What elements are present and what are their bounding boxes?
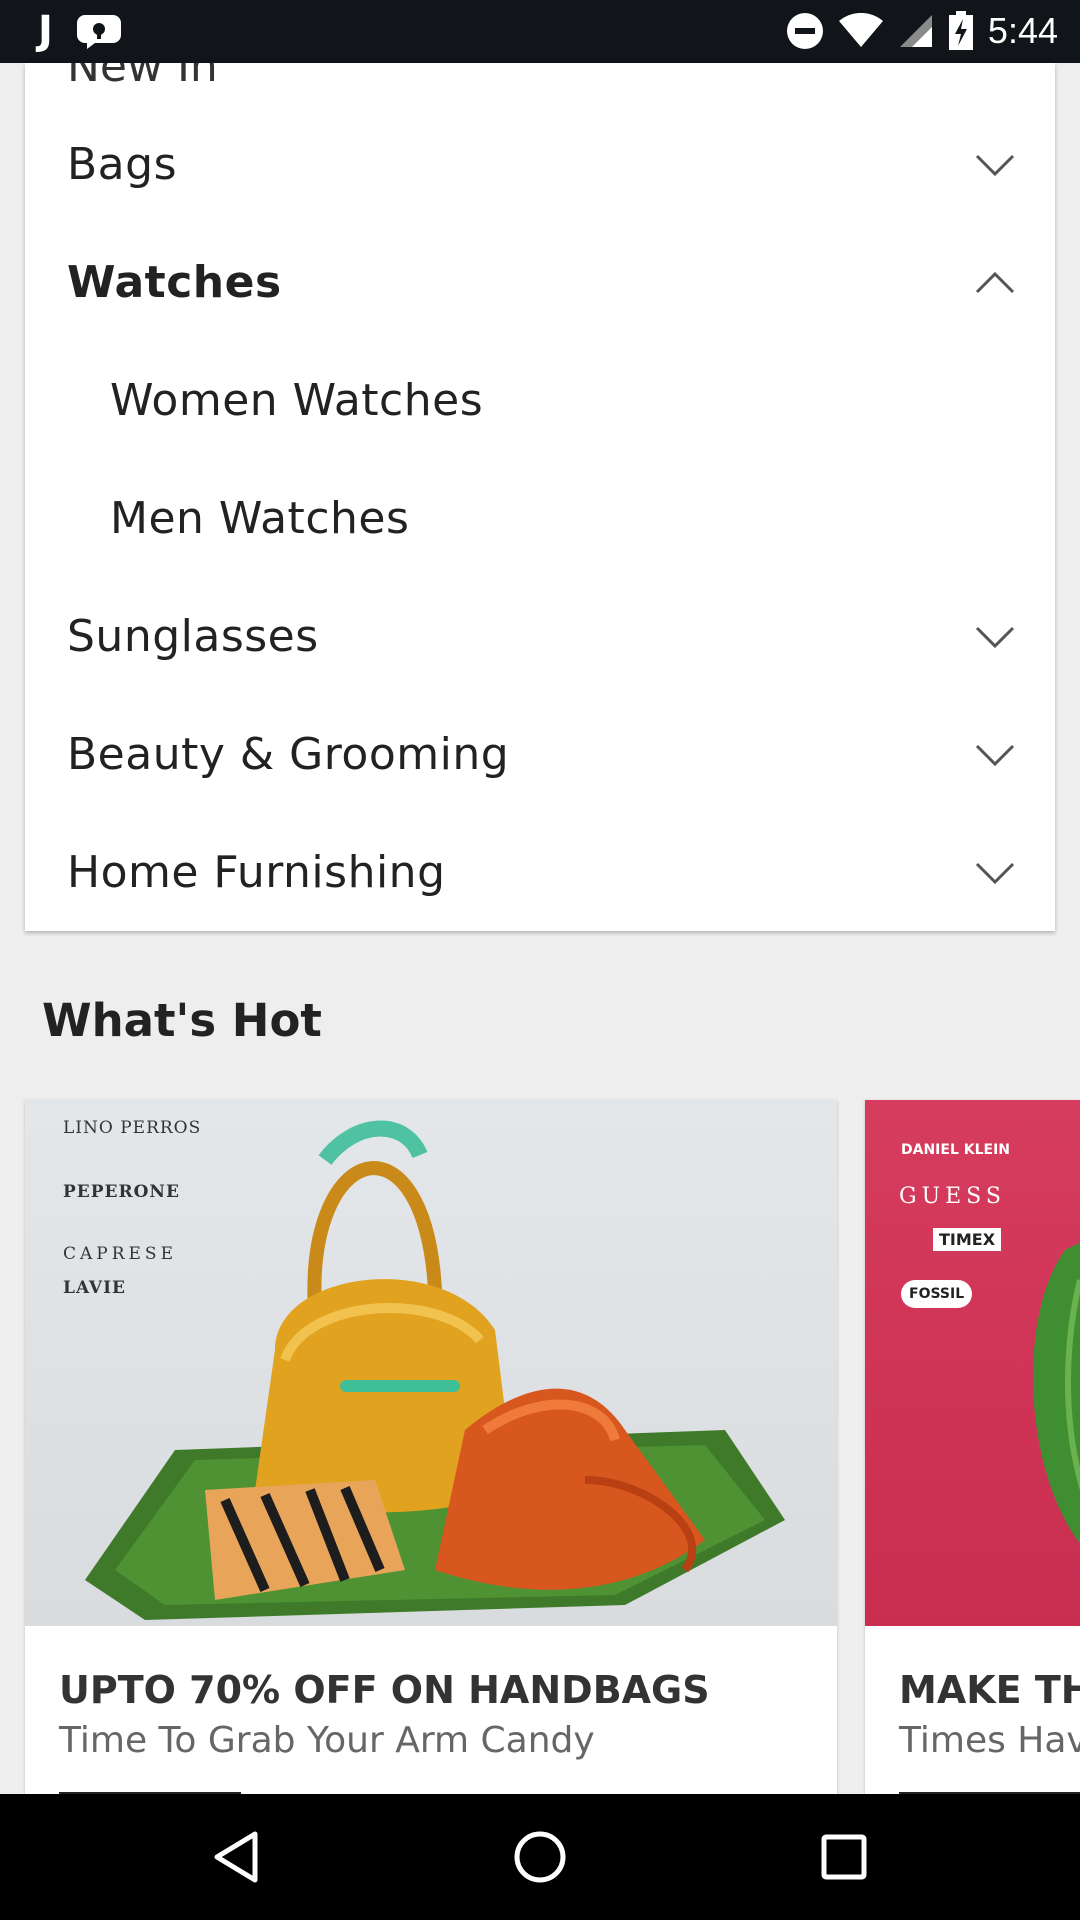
category-label: Sunglasses	[67, 611, 319, 662]
promo-card-handbags[interactable]: LINO PERROS PEPERONE CAPRESE LAVIE UPTO …	[25, 1100, 837, 1800]
promo-subtitle: Times Have	[899, 1720, 1080, 1761]
subcategory-label: Women Watches	[110, 375, 484, 426]
promo-title: UPTO 70% OFF ON HANDBAGS	[59, 1668, 710, 1712]
chevron-down-icon	[975, 862, 1015, 885]
wifi-icon	[838, 13, 883, 47]
category-label: Beauty & Grooming	[67, 729, 510, 780]
recents-button[interactable]	[764, 1794, 924, 1920]
status-bar: J 5:44	[0, 0, 1080, 63]
status-left: J	[38, 8, 121, 54]
back-triangle-icon	[214, 1831, 258, 1883]
subcategory-item-men-watches[interactable]: Men Watches	[25, 460, 1055, 578]
whats-hot-title: What's Hot	[42, 994, 322, 1047]
chat-notification-icon	[76, 15, 121, 49]
do-not-disturb-icon	[786, 13, 823, 49]
cell-signal-icon	[899, 15, 932, 47]
category-label: Watches	[67, 257, 282, 308]
category-menu-card: New In Bags Watches Women Watches Men Wa…	[25, 63, 1055, 931]
leaf-illustration	[1033, 1242, 1080, 1544]
category-item-home-furnishing[interactable]: Home Furnishing	[25, 814, 1055, 931]
battery-charging-icon	[948, 11, 973, 50]
promo-subtitle: Time To Grab Your Arm Candy	[59, 1720, 595, 1761]
back-button[interactable]	[156, 1794, 316, 1920]
handbags-product-illustration	[85, 1120, 785, 1620]
category-item-beauty-grooming[interactable]: Beauty & Grooming	[25, 696, 1055, 814]
status-time: 5:44	[987, 10, 1058, 51]
system-navigation-bar	[0, 1794, 1080, 1920]
promo-image-handbags: LINO PERROS PEPERONE CAPRESE LAVIE	[25, 1100, 837, 1626]
promo-card-watches[interactable]: DANIEL KLEIN GUESS TIMEX FOSSIL MAKE THI…	[865, 1100, 1080, 1800]
category-label: Home Furnishing	[67, 847, 446, 898]
chevron-down-icon	[975, 154, 1015, 177]
subcategory-item-women-watches[interactable]: Women Watches	[25, 342, 1055, 460]
category-item-bags[interactable]: Bags	[25, 106, 1055, 224]
home-button[interactable]	[460, 1794, 620, 1920]
app-notification-icon: J	[38, 8, 53, 54]
chevron-down-icon	[975, 626, 1015, 649]
category-item-sunglasses[interactable]: Sunglasses	[25, 578, 1055, 696]
category-item-new-in-partial[interactable]: New In	[67, 63, 218, 92]
chevron-up-icon	[975, 271, 1015, 294]
home-circle-icon	[514, 1831, 566, 1883]
status-right: 5:44	[786, 8, 1058, 54]
category-label: Bags	[67, 139, 178, 190]
subcategory-label: Men Watches	[110, 493, 410, 544]
chevron-down-icon	[975, 744, 1015, 767]
promo-title: MAKE THI	[899, 1668, 1080, 1712]
recents-square-icon	[821, 1834, 867, 1880]
category-item-watches[interactable]: Watches	[25, 224, 1055, 342]
promo-image-watches: DANIEL KLEIN GUESS TIMEX FOSSIL	[865, 1100, 1080, 1626]
